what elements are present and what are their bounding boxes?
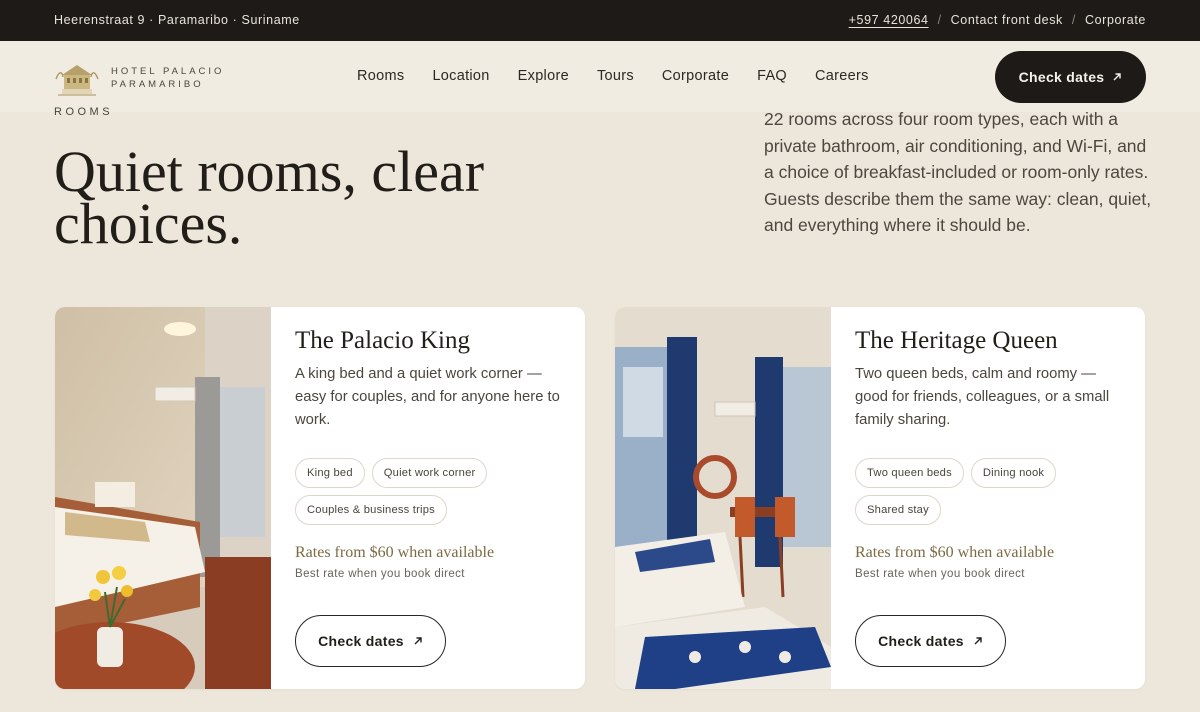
room-photo: [615, 307, 831, 689]
hotel-address: Heerenstraat 9 · Paramaribo · Suriname: [54, 13, 300, 27]
room-rate: Rates from $60 when available: [295, 544, 495, 561]
room-photo: [55, 307, 271, 689]
room-card: The Heritage Queen Two queen beds, calm …: [615, 307, 1145, 689]
rate-note: Best rate when you book direct: [295, 568, 465, 580]
primary-nav: Rooms Location Explore Tours Corporate F…: [357, 68, 869, 84]
room-tag: Quiet work corner: [371, 458, 488, 488]
nav-item-location[interactable]: Location: [432, 68, 489, 84]
separator: /: [1071, 13, 1076, 27]
corporate-top-link[interactable]: Corporate: [1085, 13, 1146, 27]
intro-paragraph: 22 rooms across four room types, each wi…: [764, 109, 1152, 235]
brand-line-1: HOTEL PALACIO: [111, 66, 225, 77]
room-tags: Two queen beds Dining nook Shared stay: [855, 458, 1135, 525]
check-dates-label: Check dates: [1018, 69, 1105, 85]
nav-item-rooms[interactable]: Rooms: [357, 68, 404, 84]
room-card: The Palacio King A king bed and a quiet …: [55, 307, 585, 689]
nav-item-careers[interactable]: Careers: [815, 68, 869, 84]
hotel-building-crest-icon[interactable]: [54, 57, 100, 97]
brand-line-2: PARAMARIBO: [111, 78, 204, 90]
arrow-up-right-icon: [414, 637, 422, 645]
room-check-dates-button[interactable]: Check dates: [855, 615, 1006, 667]
room-tag: King bed: [295, 458, 365, 488]
check-dates-button[interactable]: Check dates: [995, 51, 1146, 103]
room-tag: Dining nook: [970, 458, 1057, 488]
room-tag: Two queen beds: [855, 458, 964, 488]
room-tags: King bed Quiet work corner Couples & bus…: [295, 458, 575, 525]
nav-item-corporate[interactable]: Corporate: [662, 68, 729, 84]
section-eyebrow: ROOMS: [54, 106, 114, 118]
separator: /: [937, 13, 942, 27]
room-tag: Couples & business trips: [295, 495, 447, 525]
room-description: Two queen beds, calm and roomy — good fo…: [855, 366, 1110, 428]
check-dates-label: Check dates: [878, 633, 964, 649]
arrow-up-right-icon: [1113, 73, 1122, 81]
contact-front-desk-link[interactable]: Contact front desk: [951, 13, 1063, 27]
rate-note: Best rate when you book direct: [855, 568, 1025, 580]
room-description: A king bed and a quiet work corner — eas…: [295, 366, 560, 428]
room-title: The Heritage Queen: [855, 327, 1058, 354]
main-navbar: HOTEL PALACIO PARAMARIBO Rooms Location …: [0, 41, 1200, 112]
brand-wordmark[interactable]: HOTEL PALACIO PARAMARIBO: [111, 66, 224, 91]
nav-item-explore[interactable]: Explore: [518, 68, 569, 84]
room-title: The Palacio King: [295, 327, 470, 354]
page-title: Quiet rooms, clear choices.: [54, 139, 485, 256]
room-tag: Shared stay: [855, 495, 941, 525]
check-dates-label: Check dates: [318, 633, 404, 649]
utility-links: +597 420064 / Contact front desk / Corpo…: [849, 13, 1146, 27]
room-rate: Rates from $60 when available: [855, 544, 1055, 561]
arrow-up-right-icon: [974, 637, 982, 645]
phone-link[interactable]: +597 420064: [849, 13, 929, 27]
utility-bar: Heerenstraat 9 · Paramaribo · Suriname +…: [0, 0, 1200, 41]
nav-item-tours[interactable]: Tours: [597, 68, 634, 84]
room-check-dates-button[interactable]: Check dates: [295, 615, 446, 667]
nav-item-faq[interactable]: FAQ: [757, 68, 787, 84]
